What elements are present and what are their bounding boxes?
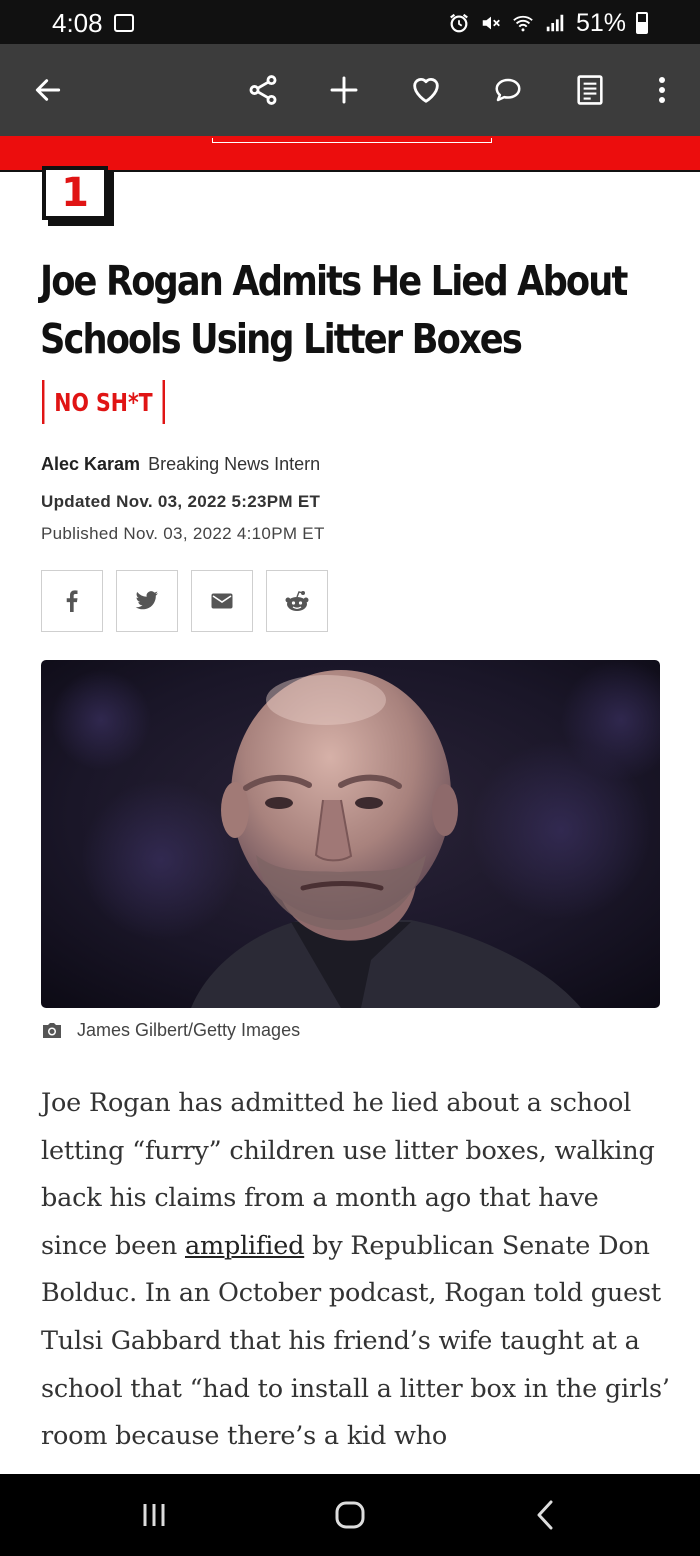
author-name[interactable]: Alec Karam <box>41 454 140 474</box>
browser-toolbar <box>0 44 700 136</box>
photo-credit: James Gilbert/Getty Images <box>77 1020 301 1040</box>
share-icon[interactable] <box>241 68 285 112</box>
twitter-icon <box>135 591 158 610</box>
more-icon[interactable] <box>640 68 684 112</box>
updated-timestamp: Updated Nov. 03, 2022 5:23PM ET <box>41 492 321 511</box>
published-timestamp: Published Nov. 03, 2022 4:10PM ET <box>41 524 325 543</box>
article-photo[interactable] <box>41 660 660 1008</box>
camera-icon <box>43 1023 61 1038</box>
byline: Alec Karam Breaking News Intern <box>41 454 320 475</box>
status-time: 4:08 <box>52 8 103 38</box>
back-arrow-icon[interactable] <box>26 68 70 112</box>
rank-badge: 1 <box>42 166 108 220</box>
reddit-share-button[interactable] <box>266 570 328 632</box>
status-bar: 4:08 51% <box>0 0 700 44</box>
alarm-icon <box>450 13 468 33</box>
photo-caption: James Gilbert/Getty Images <box>41 1020 300 1041</box>
home-icon[interactable] <box>320 1494 380 1536</box>
amplified-link[interactable]: amplified <box>185 1231 304 1261</box>
article-tag[interactable]: NO SH*T <box>42 380 165 424</box>
add-icon[interactable] <box>322 68 366 112</box>
system-nav-bar <box>0 1474 700 1556</box>
email-share-button[interactable] <box>191 570 253 632</box>
facebook-share-button[interactable] <box>41 570 103 632</box>
signal-icon <box>546 14 564 32</box>
reader-icon[interactable] <box>568 68 612 112</box>
reddit-icon <box>285 591 309 611</box>
twitter-share-button[interactable] <box>116 570 178 632</box>
email-icon <box>211 593 233 609</box>
article-body-text-continued: by Republican Senate Don Bolduc. In an O… <box>41 1230 670 1452</box>
article-body: Joe Rogan has admitted he lied about a s… <box>41 1080 671 1461</box>
recent-apps-icon[interactable] <box>124 1494 184 1536</box>
share-buttons <box>41 570 328 632</box>
portrait-image <box>41 660 660 1008</box>
heart-icon[interactable] <box>404 68 448 112</box>
battery-icon <box>636 12 648 34</box>
status-icons: 51% <box>448 8 648 38</box>
mute-icon <box>482 16 500 30</box>
comment-icon[interactable] <box>486 68 530 112</box>
author-role: Breaking News Intern <box>148 454 321 474</box>
image-icon <box>114 14 134 32</box>
wifi-icon <box>513 15 533 32</box>
article-headline: Joe Rogan Admits He Lied About Schools U… <box>40 257 628 363</box>
back-icon[interactable] <box>516 1494 576 1536</box>
article-tag-label: NO SH*T <box>54 387 153 417</box>
facebook-icon <box>66 590 78 612</box>
header-divider <box>212 138 492 143</box>
battery-percent: 51% <box>575 8 626 37</box>
